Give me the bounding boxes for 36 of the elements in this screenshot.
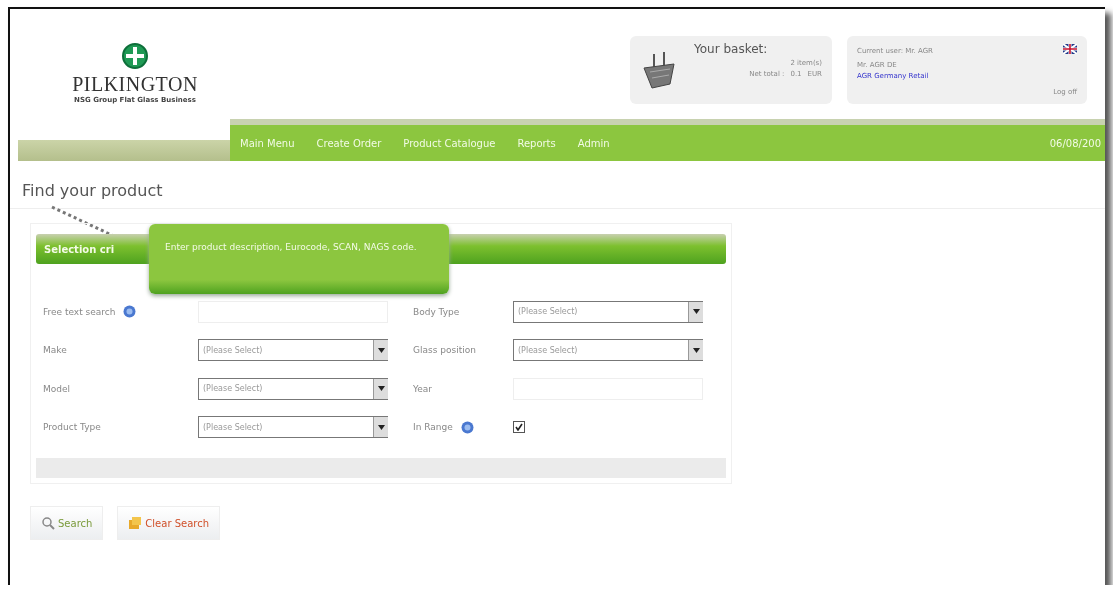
search-icon — [41, 516, 55, 530]
search-button[interactable]: Search — [30, 506, 104, 540]
field-label: Glass position — [413, 345, 476, 355]
field-label: Body Type — [413, 306, 460, 317]
checkbox[interactable] — [513, 421, 525, 433]
tooltip: Enter product description, Eurocode, SCAN, NAGS code. — [149, 224, 449, 294]
field-label: Free text search — [43, 306, 116, 317]
dropdown-arrow-icon — [692, 309, 700, 314]
dropdown[interactable]: (Please Select) — [513, 339, 703, 361]
nav-link[interactable]: Admin — [577, 137, 610, 149]
logo-text: PILKINGTON — [72, 73, 198, 96]
dropdown[interactable]: (Please Select) — [198, 377, 388, 400]
basket-title: Your basket: — [694, 42, 768, 56]
page-title: Find your product — [22, 181, 164, 200]
nav-link[interactable]: Product Catalogue — [403, 137, 496, 149]
logo-icon — [122, 43, 148, 69]
dropdown-arrow-icon — [377, 347, 385, 353]
flag-icon[interactable] — [1063, 44, 1077, 54]
field-label: In Range — [413, 422, 453, 432]
dropdown[interactable]: (Please Select) — [198, 339, 388, 361]
field-label: Year — [413, 383, 433, 394]
field-label: Model — [43, 383, 71, 394]
nav-link[interactable]: Reports — [517, 137, 556, 149]
dropdown-arrow-icon — [377, 386, 385, 391]
nav-link[interactable]: Main Menu — [240, 137, 295, 149]
help-icon[interactable] — [123, 305, 137, 318]
dropdown-arrow-icon — [377, 424, 385, 430]
field-label: Make — [43, 345, 67, 355]
date: 06/08/200 — [1049, 137, 1102, 149]
help-icon[interactable] — [460, 420, 474, 434]
dropdown[interactable]: (Please Select) — [513, 300, 703, 323]
field-label: Product Type — [43, 422, 101, 432]
nav-link[interactable]: Create Order — [316, 137, 382, 149]
dropdown[interactable]: (Please Select) — [198, 416, 388, 438]
clear-button[interactable]: Clear Search — [117, 506, 221, 540]
dropdown-arrow-icon — [692, 347, 700, 353]
